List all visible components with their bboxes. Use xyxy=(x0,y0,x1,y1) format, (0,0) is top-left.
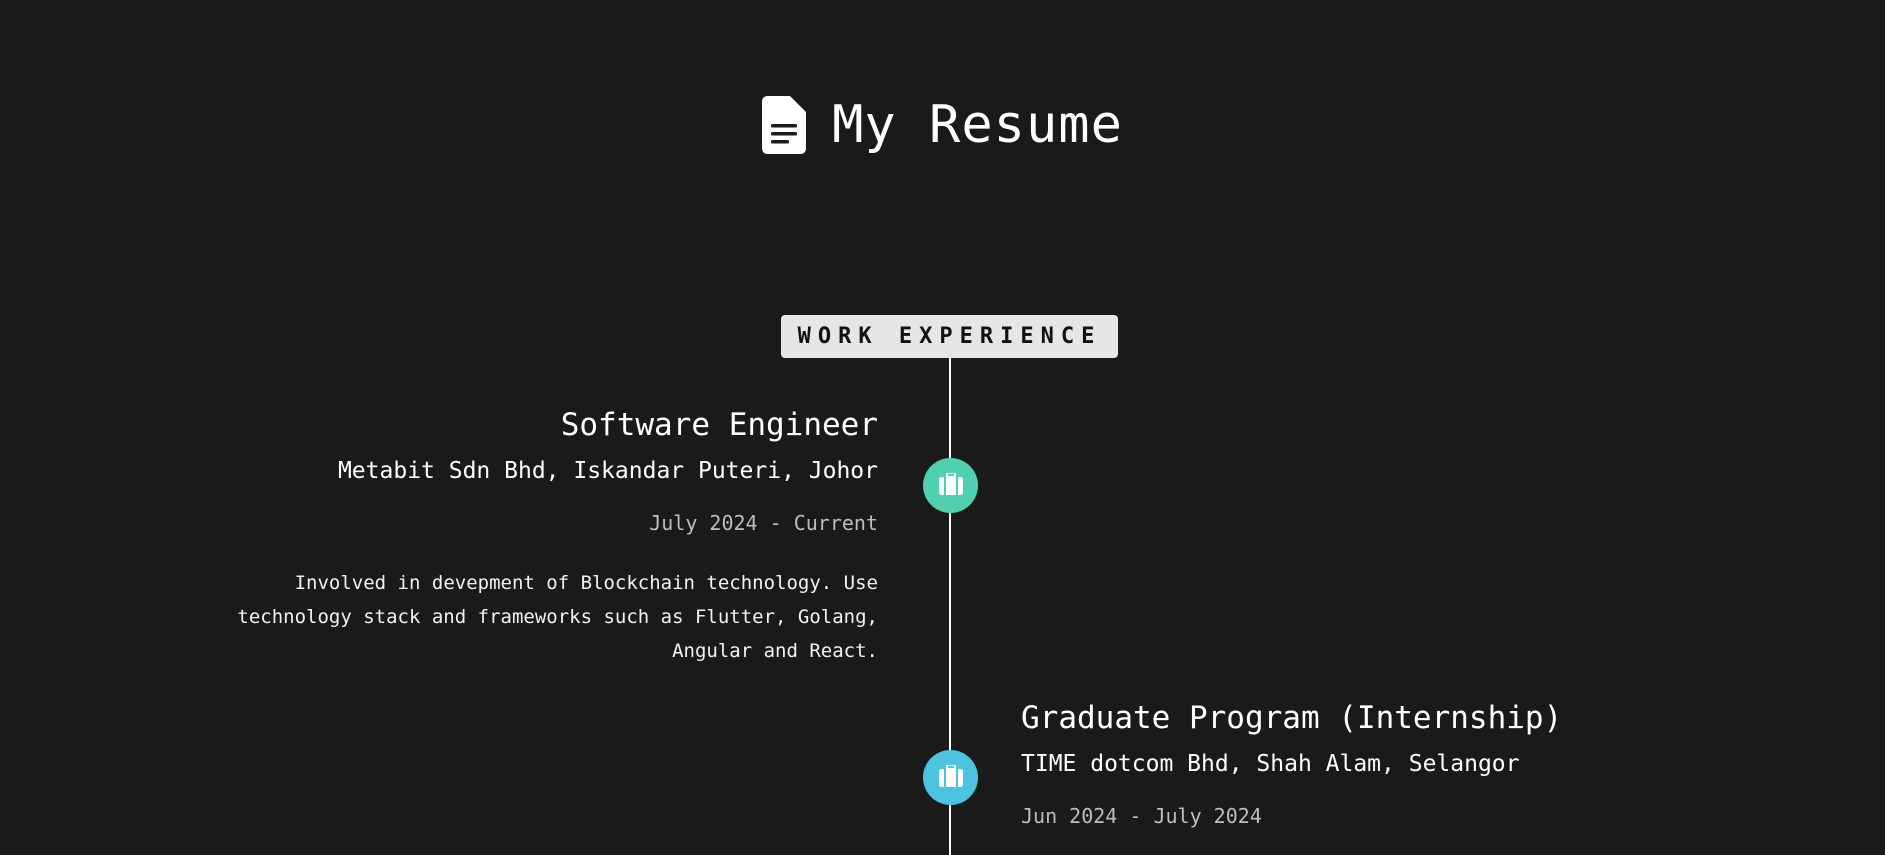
date-range: July 2024 - Current xyxy=(649,511,878,535)
company-location: TIME dotcom Bhd, Shah Alam, Selangor xyxy=(1021,751,1520,777)
page-title: My Resume xyxy=(832,95,1123,155)
job-title: Software Engineer xyxy=(560,407,878,443)
job-title: Graduate Program (Internship) xyxy=(1021,700,1563,736)
timeline-marker-1 xyxy=(923,458,978,513)
job-description: Involved in devepment of Blockchain tech… xyxy=(237,572,878,662)
timeline-marker-2 xyxy=(923,750,978,805)
briefcase-icon xyxy=(938,471,963,499)
page-header: My Resume xyxy=(0,96,1885,154)
file-document-icon xyxy=(762,96,807,154)
timeline-entry-software-engineer: Software Engineer Metabit Sdn Bhd, Iskan… xyxy=(230,406,878,668)
company-location: Metabit Sdn Bhd, Iskandar Puteri, Johor xyxy=(337,458,878,484)
briefcase-icon xyxy=(938,763,963,791)
resume-page: My Resume WORK EXPERIENCE Software Engin… xyxy=(0,0,1885,855)
work-experience-badge: WORK EXPERIENCE xyxy=(781,315,1118,358)
timeline-entry-graduate-program: Graduate Program (Internship) TIME dotco… xyxy=(1021,699,1721,829)
date-range: Jun 2024 - July 2024 xyxy=(1021,804,1262,828)
